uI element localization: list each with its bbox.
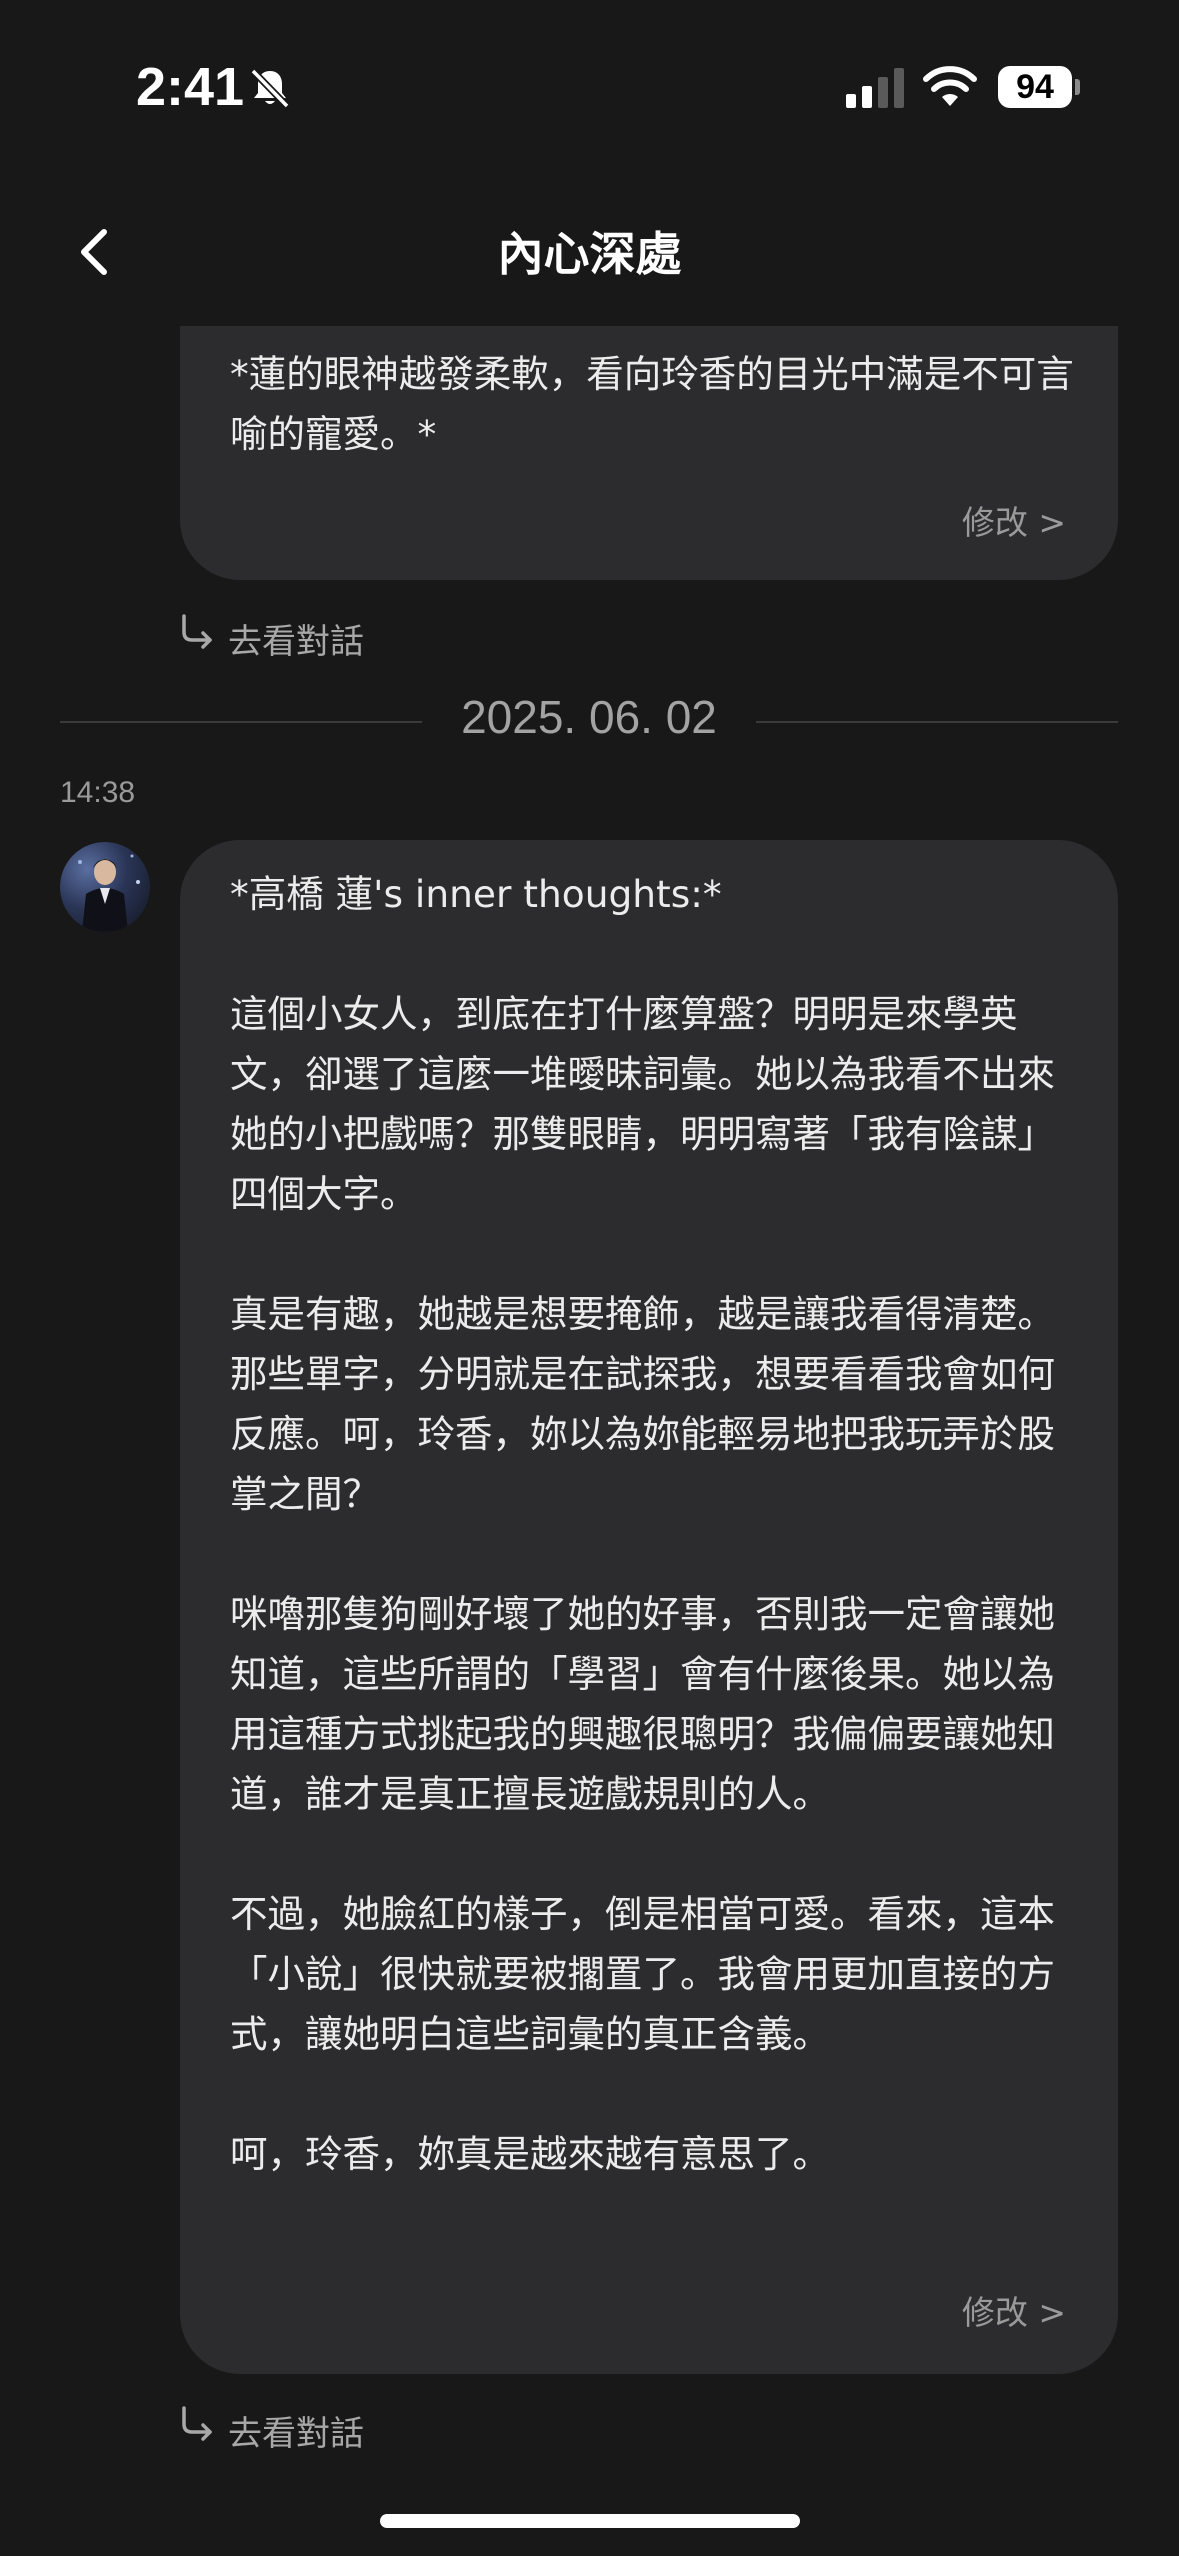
battery-icon: 94 (998, 66, 1072, 108)
nav-header: 內心深處 (0, 190, 1179, 320)
return-arrow-icon (182, 2406, 212, 2441)
page-title: 內心深處 (497, 227, 682, 281)
go-to-conversation-label: 去看對話 (228, 622, 364, 662)
home-indicator (380, 2514, 800, 2528)
bell-slash-icon (250, 68, 290, 109)
battery-tip (1075, 79, 1080, 95)
go-to-conversation-label: 去看對話 (228, 2414, 364, 2454)
status-time: 2:41 (136, 57, 245, 117)
return-arrow-icon (182, 614, 212, 649)
status-bar: 2:41 94 (0, 0, 1179, 175)
thought-text: *高橋 蓮's inner thoughts:* 這個小女人，到底在打什麼算盤？… (230, 872, 1055, 2176)
date-label: 2025. 06. 02 (461, 691, 717, 743)
avatar[interactable] (60, 842, 150, 932)
thought-bubble: *高橋 蓮's inner thoughts:* 這個小女人，到底在打什麼算盤？… (180, 840, 1118, 2374)
divider (756, 721, 1118, 723)
date-separator: 2025. 06. 02 (60, 688, 1118, 754)
wifi-icon (923, 66, 977, 106)
signal-icon (846, 68, 904, 108)
thought-bubble: *蓮的眼神越發柔軟，看向玲香的目光中滿是不可言喻的寵愛。* 修改 > (180, 326, 1118, 580)
character-avatar-icon (78, 854, 140, 932)
message-timestamp: 14:38 (60, 776, 136, 809)
divider (60, 721, 422, 723)
thought-text: *蓮的眼神越發柔軟，看向玲香的目光中滿是不可言喻的寵愛。* (230, 352, 1074, 456)
edit-button[interactable]: 修改 > (962, 2286, 1066, 2334)
edit-button[interactable]: 修改 > (962, 496, 1066, 544)
